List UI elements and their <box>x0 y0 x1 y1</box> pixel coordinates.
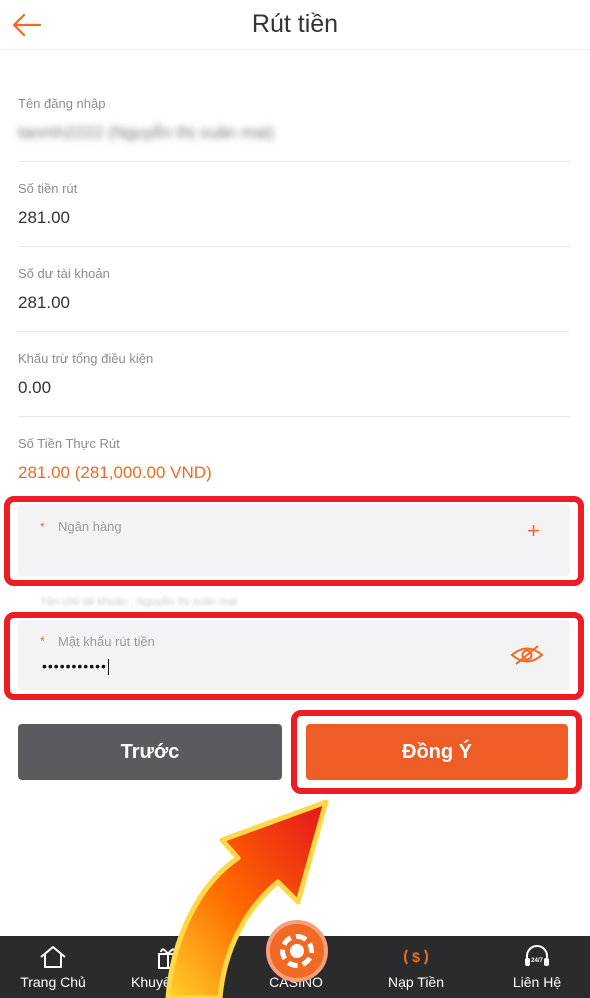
account-holder-hint: Tên chủ tài khoản : Nguyễn thị xuân mai <box>40 596 237 608</box>
previous-button[interactable]: Trước <box>18 724 282 780</box>
tab-contact[interactable]: 24/7 Liên Hệ <box>484 936 590 998</box>
highlight-frame-bank <box>4 496 584 586</box>
svg-text:$: $ <box>412 949 420 965</box>
username-field: Tên đăng nhập tanmh2222 (Nguyễn thị xuân… <box>18 96 570 143</box>
balance-label: Số dư tài khoản <box>18 266 110 281</box>
withdraw-amount-value: 281.00 <box>18 208 70 227</box>
svg-text:24/7: 24/7 <box>531 958 543 964</box>
balance-value: 281.00 <box>18 293 70 312</box>
deduction-label: Khấu trừ tổng điều kiện <box>18 351 154 366</box>
tab-home[interactable]: Trang Chủ <box>0 936 106 998</box>
header: Rút tiền <box>0 0 590 50</box>
tab-deposit-label: Nạp Tiền <box>387 974 445 990</box>
divider <box>18 331 570 332</box>
pointer-arrow-icon <box>165 799 329 998</box>
divider <box>18 246 570 247</box>
username-value: tanmh2222 (Nguyễn thị xuân mai) <box>18 123 275 142</box>
tab-contact-label: Liên Hệ <box>512 974 562 990</box>
actual-amount-label: Số Tiền Thực Rút <box>18 436 120 451</box>
highlight-frame-password <box>4 612 584 700</box>
tab-deposit[interactable]: $ Nạp Tiền <box>360 936 472 998</box>
divider <box>18 416 570 417</box>
deduction-value: 0.00 <box>18 378 52 397</box>
highlight-frame-confirm <box>291 710 582 794</box>
support-24-7-icon: 24/7 <box>525 945 549 966</box>
divider <box>18 161 570 162</box>
withdraw-amount-label: Số tiền rút <box>18 181 78 196</box>
deduction-field: Khấu trừ tổng điều kiện 0.00 <box>18 351 570 398</box>
username-label: Tên đăng nhập <box>18 96 106 111</box>
page-title: Rút tiền <box>251 10 339 38</box>
balance-field: Số dư tài khoản 281.00 <box>18 266 570 313</box>
withdraw-amount-field: Số tiền rút 281.00 <box>18 181 570 228</box>
actual-amount-value: 281.00 (281,000.00 VND) <box>18 463 212 482</box>
tab-home-label: Trang Chủ <box>20 974 86 990</box>
actual-amount-field: Số Tiền Thực Rút 281.00 (281,000.00 VND) <box>18 436 570 483</box>
home-icon <box>40 946 66 968</box>
deposit-icon: $ <box>404 949 428 965</box>
